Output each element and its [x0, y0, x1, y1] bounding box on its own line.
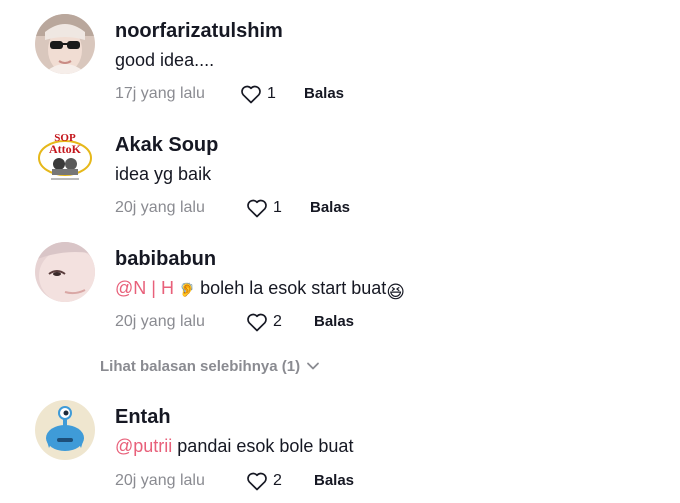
like-count: 1 — [273, 199, 282, 216]
like-count: 1 — [267, 85, 276, 102]
comment-text: @putrii pandai esok bole buat — [115, 434, 353, 458]
comment-meta: 20j yang lalu 2 Balas — [115, 310, 354, 334]
comment-meta: 17j yang lalu 1 Balas — [115, 82, 344, 106]
avatar[interactable]: SOP AttoK — [35, 128, 95, 188]
comment-text: good idea.... — [115, 50, 215, 70]
comment-text: @N | H 🦻 boleh la esok start buat😆 — [115, 276, 405, 304]
mention-link[interactable]: @N | H — [115, 278, 174, 298]
comment-username[interactable]: noorfarizatulshim — [115, 19, 283, 43]
reply-button[interactable]: Balas — [304, 82, 344, 106]
heart-icon — [241, 85, 261, 104]
avatar[interactable] — [35, 400, 95, 460]
view-more-replies-button[interactable]: Lihat balasan selebihnya (1) — [100, 356, 320, 378]
view-more-label: Lihat balasan selebihnya (1) — [100, 358, 301, 375]
reply-button[interactable]: Balas — [310, 196, 350, 220]
comment-meta: 20j yang lalu 1 Balas — [115, 196, 350, 220]
comment-meta: 20j yang lalu 2 Balas — [115, 469, 354, 493]
reply-button[interactable]: Balas — [314, 469, 354, 493]
like-count: 2 — [273, 313, 282, 330]
heart-icon — [247, 472, 267, 491]
logo-text-main: AttoK — [49, 142, 82, 156]
chevron-down-icon — [307, 362, 319, 370]
comment-body: pandai esok bole buat — [172, 436, 354, 456]
comment-time: 20j yang lalu — [115, 472, 205, 489]
comment-time: 20j yang lalu — [115, 313, 205, 330]
heart-icon — [247, 313, 267, 332]
heart-icon — [247, 199, 267, 218]
comment-username[interactable]: Entah — [115, 405, 171, 429]
reply-button[interactable]: Balas — [314, 310, 354, 334]
laughing-emoji: 😆 — [386, 282, 406, 302]
avatar[interactable] — [35, 14, 95, 74]
comment-username[interactable]: babibabun — [115, 247, 216, 271]
comment-username[interactable]: Akak Soup — [115, 133, 218, 157]
mention-link[interactable]: @putrii — [115, 436, 172, 456]
mention-emoji: 🦻 — [178, 282, 196, 297]
comment-body: boleh la esok start buat — [195, 278, 387, 298]
comment-time: 20j yang lalu — [115, 199, 205, 216]
like-count: 2 — [273, 472, 282, 489]
comment-time: 17j yang lalu — [115, 85, 205, 102]
comment-text: idea yg baik — [115, 164, 212, 184]
avatar[interactable] — [35, 242, 95, 302]
